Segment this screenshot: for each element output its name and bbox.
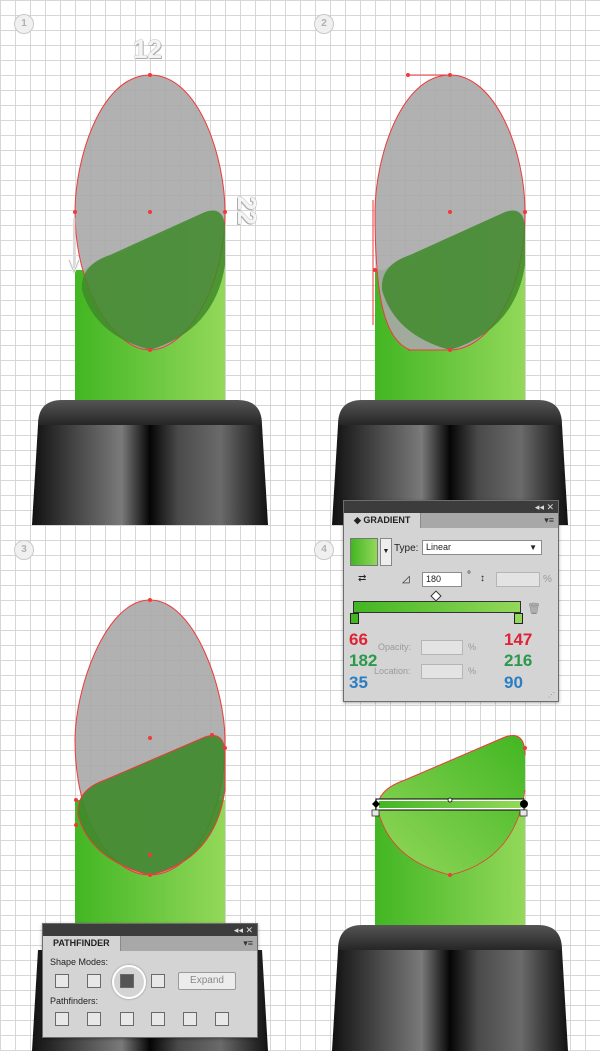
intersect-icon[interactable] — [120, 974, 134, 988]
opacity-percent: % — [468, 642, 477, 652]
pathfinder-menu-icon[interactable]: ▾≡ — [243, 938, 253, 949]
type-label: Type: — [394, 543, 419, 554]
opacity-input — [421, 640, 463, 655]
pathfinder-collapse-close-icon[interactable]: ◂◂ ✕ — [230, 924, 257, 936]
location-input — [421, 664, 463, 679]
pathfinder-tab-label: PATHFINDER — [53, 938, 110, 948]
shape-modes-label: Shape Modes: — [50, 957, 109, 967]
step4-illustration — [332, 735, 568, 1051]
right-color-stop[interactable] — [514, 613, 523, 624]
left-stop-blue: 35 — [349, 673, 368, 692]
crop-icon[interactable] — [151, 1012, 165, 1026]
delete-stop-icon[interactable]: 🗑 — [527, 602, 541, 615]
resize-grip-icon[interactable]: ⋰ — [548, 691, 555, 699]
panel-collapse-close-icon[interactable]: ◂◂ ✕ — [531, 501, 558, 513]
type-select[interactable]: Linear ▼ — [422, 540, 542, 555]
opacity-label: Opacity: — [378, 642, 412, 652]
type-select-value: Linear — [426, 542, 452, 552]
step2-illustration — [332, 73, 568, 525]
swatch-dropdown-icon[interactable]: ▼ — [380, 538, 392, 566]
gradient-slider[interactable] — [353, 601, 521, 613]
minus-front-icon[interactable] — [87, 974, 101, 988]
pathfinders-label: Pathfinders: — [50, 996, 99, 1006]
pathfinder-tab[interactable]: PATHFINDER — [43, 936, 121, 951]
merge-icon[interactable] — [120, 1012, 134, 1026]
outline-icon[interactable] — [183, 1012, 197, 1026]
gradient-panel: ◂◂ ✕ ◆ GRADIENT ▾≡ ▼ Type: Linear ▼ ⇄ ◿ … — [343, 500, 559, 702]
location-percent: % — [468, 666, 477, 676]
right-stop-blue: 90 — [504, 673, 523, 692]
gradient-tab-label: GRADIENT — [363, 515, 411, 525]
right-stop-red: 147 — [504, 630, 533, 649]
aspect-percent: % — [543, 574, 552, 585]
height-dimension-label: 22 — [232, 196, 262, 225]
exclude-icon[interactable] — [151, 974, 165, 988]
trim-icon[interactable] — [87, 1012, 101, 1026]
left-stop-red: 66 — [349, 630, 368, 649]
gradient-panel-topbar[interactable]: ◂◂ ✕ — [344, 501, 558, 513]
gradient-tab[interactable]: ◆ GRADIENT — [344, 513, 422, 528]
pathfinder-panel-topbar[interactable]: ◂◂ ✕ — [43, 924, 257, 936]
degree-symbol: ° — [467, 570, 471, 581]
step1-illustration — [32, 73, 268, 525]
expand-button[interactable]: Expand — [178, 972, 236, 990]
divide-icon[interactable] — [55, 1012, 69, 1026]
angle-icon: ◿ — [402, 574, 410, 585]
minus-back-icon[interactable] — [215, 1012, 229, 1026]
reverse-gradient-icon[interactable]: ⇄ — [358, 573, 372, 587]
unite-icon[interactable] — [55, 974, 69, 988]
panel-menu-icon[interactable]: ▾≡ — [544, 515, 554, 526]
right-stop-green: 216 — [504, 651, 533, 670]
gradient-swatch[interactable] — [350, 538, 378, 566]
aspect-ratio-input — [496, 572, 540, 587]
angle-input[interactable]: 180 — [422, 572, 462, 587]
location-label: Location: — [374, 666, 411, 676]
pathfinder-panel: ◂◂ ✕ PATHFINDER ▾≡ Shape Modes: Expand P… — [42, 923, 258, 1038]
chevron-down-icon: ▼ — [529, 543, 537, 552]
midpoint-diamond[interactable] — [430, 590, 442, 602]
width-dimension-label: 12 — [133, 34, 162, 64]
left-color-stop[interactable] — [350, 613, 359, 624]
aspect-ratio-icon: ↕ — [480, 573, 485, 584]
